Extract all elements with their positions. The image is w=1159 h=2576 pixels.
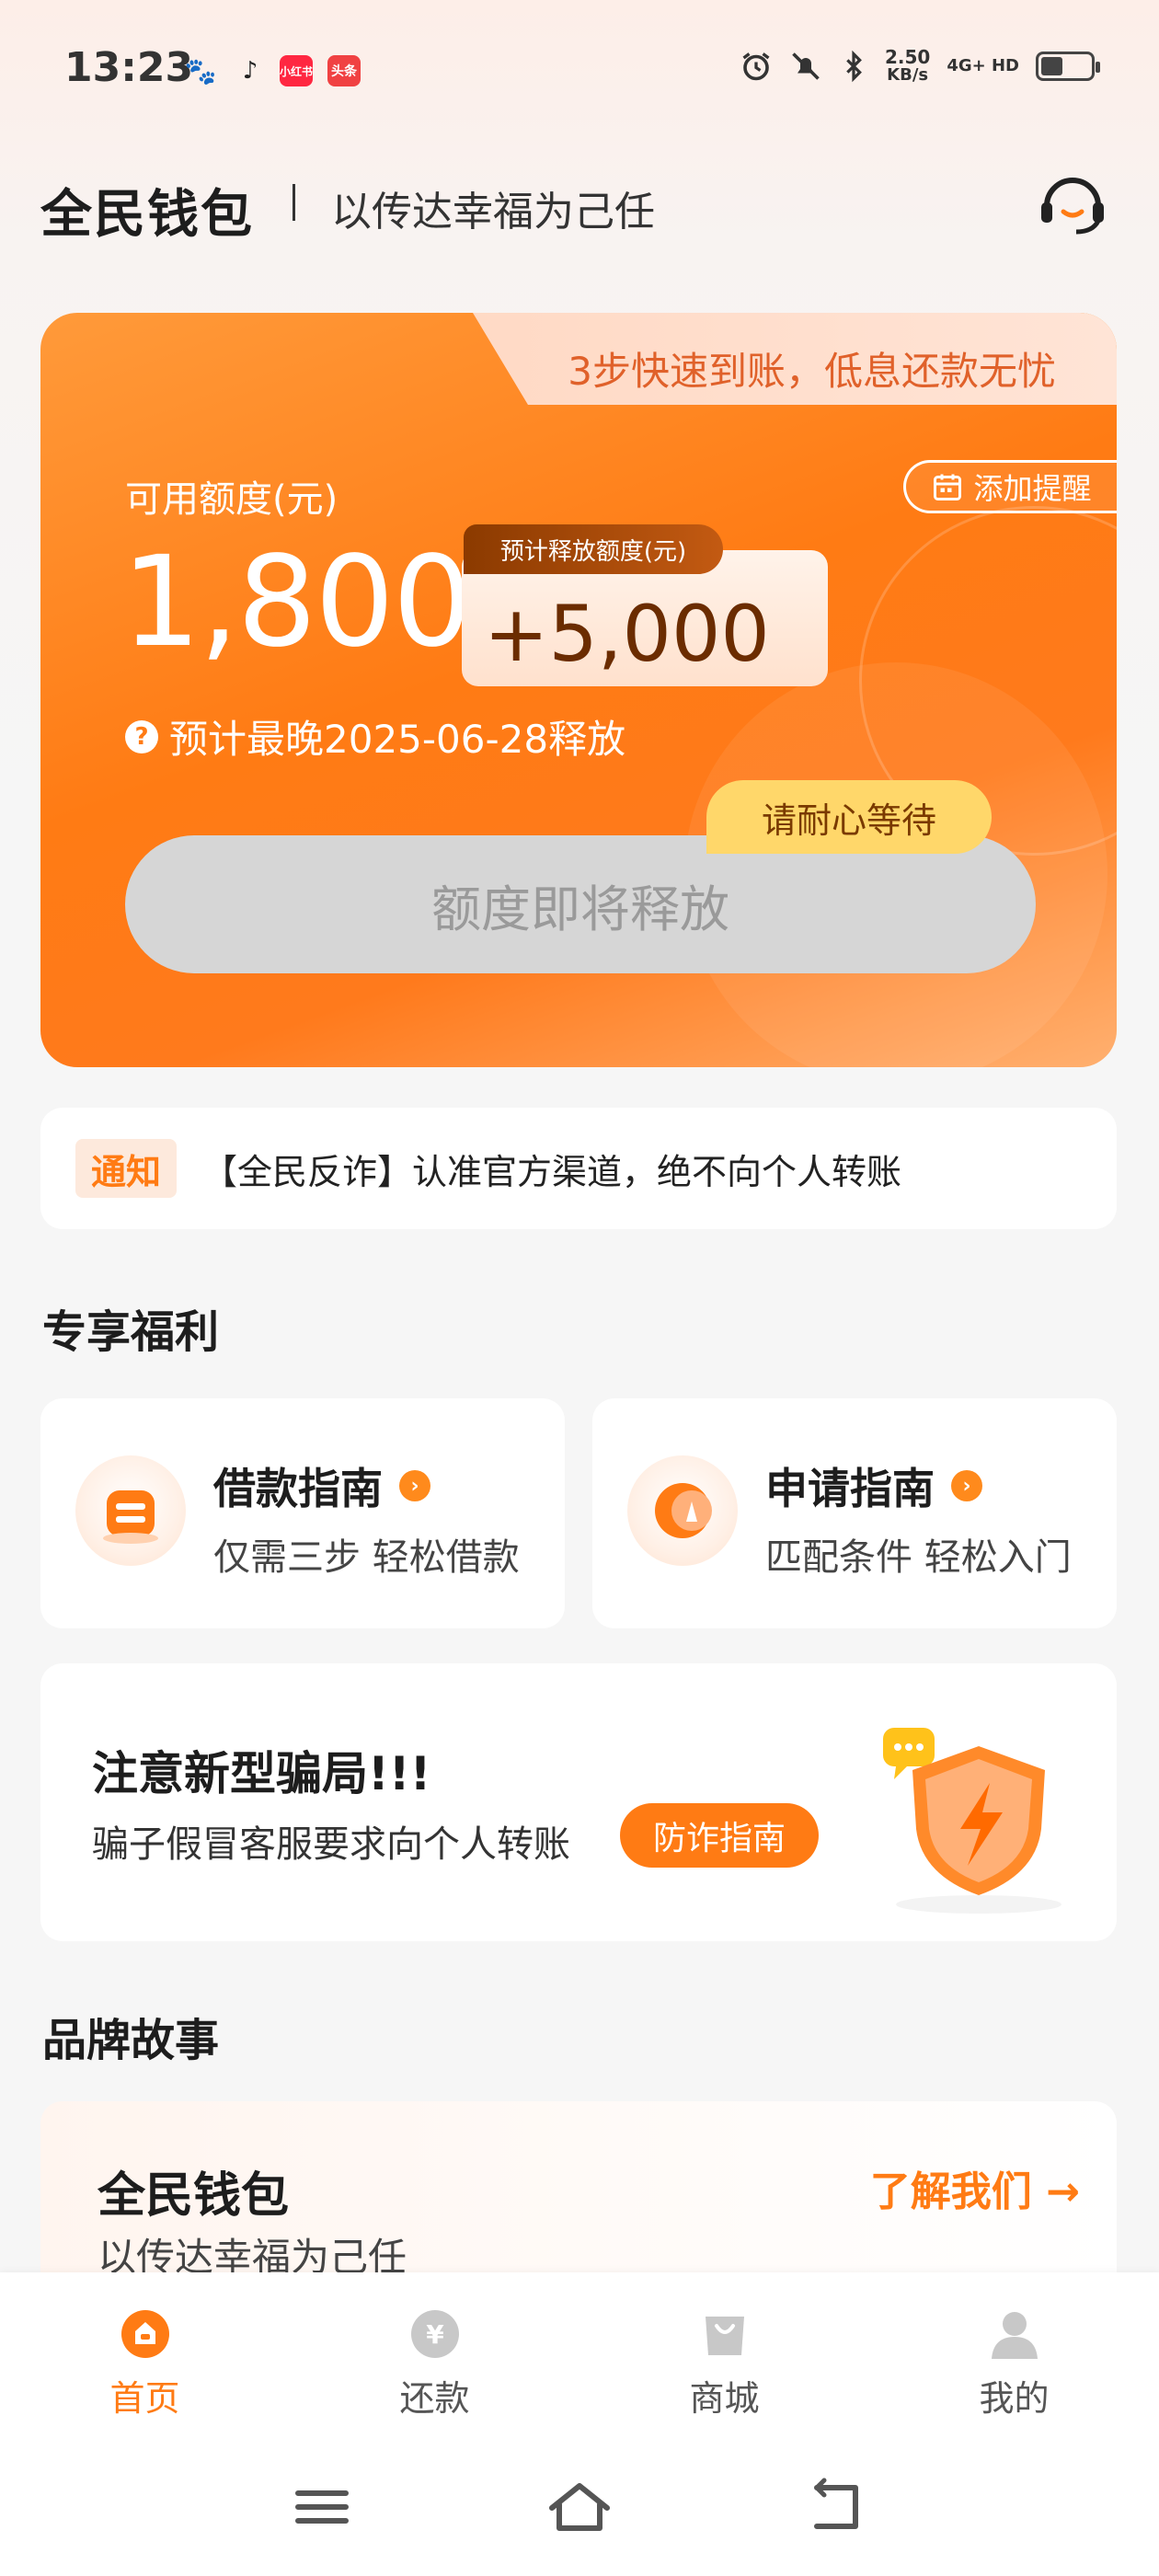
baidu-icon: 🐾 [184,55,217,86]
nav-repay[interactable]: ¥ 还款 [290,2272,580,2429]
home-icon [120,2310,169,2358]
status-bar: 13:23 🐾 ♪ 小红书 头条 2.50 KB/s 4G+ HD [0,0,1159,138]
status-right: 2.50 KB/s 4G+ HD [740,46,1100,85]
nav-home-label: 首页 [109,2378,180,2419]
add-reminder-label: 添加提醒 [973,471,1092,506]
story-title: 全民钱包 [98,2168,290,2224]
release-date-text: 预计最晚2025-06-28释放 [169,717,626,762]
alarm-icon [742,52,770,81]
compass-icon [627,1455,738,1566]
release-badge: 预计释放额度(元) [464,524,723,574]
notice-text: 【全民反诈】认准官方渠道，绝不向个人转账 [202,1151,902,1192]
loan-guide-card[interactable]: 借款指南 › 仅需三步 轻松借款 [40,1398,565,1628]
brand-story-title: 品牌故事 [42,2015,220,2066]
back-icon[interactable] [800,2475,874,2539]
nav-home[interactable]: 首页 [0,2272,290,2429]
anti-fraud-guide-button[interactable]: 防诈指南 [620,1803,819,1868]
menu-icon[interactable] [285,2475,359,2539]
nav-profile-label: 我的 [979,2378,1050,2419]
tiktok-icon: ♪ [242,57,258,85]
notice-tag: 通知 [75,1139,177,1198]
chevron-right-icon: › [399,1470,430,1501]
toutiao-icon: 头条 [327,55,361,86]
card-tab-text: 3步快速到账，低息还款无忧 [568,349,1056,394]
apply-guide-title: 申请指南 › [765,1455,982,1516]
notice-bar[interactable]: 通知 【全民反诈】认准官方渠道，绝不向个人转账 [40,1108,1117,1229]
chevron-right-icon: › [951,1470,982,1501]
wait-tag: 请耐心等待 [706,780,992,854]
brand-slogan: 以传达幸福为己任 [331,189,655,236]
question-icon[interactable]: ? [125,719,158,753]
loan-guide-title: 借款指南 › [213,1455,430,1516]
credit-release-button[interactable]: 额度即将释放 [125,835,1036,973]
apply-guide-subtitle: 匹配条件 轻松入门 [765,1536,1072,1579]
customer-service-icon[interactable] [1038,171,1107,236]
release-amount: +5,000 [484,589,770,679]
bluetooth-icon [846,50,862,83]
nav-profile[interactable]: 我的 [869,2272,1159,2429]
svg-text:¥: ¥ [426,2319,444,2350]
mute-icon [792,52,820,80]
credit-card: 3步快速到账，低息还款无忧 添加提醒 可用额度(元) 1,800 预计释放额度(… [40,313,1117,1067]
fraud-subtitle: 骗子假冒客服要求向个人转账 [92,1823,570,1866]
nav-mall[interactable]: 商城 [580,2272,869,2429]
available-credit-amount: 1,800 [121,530,472,675]
benefits-title: 专享福利 [42,1306,220,1358]
nav-mall-label: 商城 [689,2378,760,2419]
net-speed: 2.50 KB/s [884,46,931,85]
shield-icon [883,1728,1061,1914]
profile-icon [991,2312,1038,2359]
about-us-link[interactable]: 了解我们 → [870,2158,1080,2217]
loan-guide-icon [75,1455,186,1566]
nav-repay-label: 还款 [399,2378,470,2419]
release-date: ? 预计最晚2025-06-28释放 [125,708,625,765]
calendar-icon [934,474,962,500]
mall-icon [705,2317,744,2355]
apply-guide-card[interactable]: 申请指南 › 匹配条件 轻松入门 [592,1398,1117,1628]
system-nav-bar [0,2429,1159,2576]
brand-divider [293,184,295,221]
fraud-title: 注意新型骗局!!! [92,1747,431,1800]
bottom-nav: 首页 ¥ 还款 商城 我的 [0,2272,1159,2429]
fraud-warning-card: 注意新型骗局!!! 骗子假冒客服要求向个人转账 防诈指南 [40,1663,1117,1941]
status-time: 13:23 [64,44,194,91]
available-credit-label: 可用额度(元) [125,478,339,521]
brand-name: 全民钱包 [40,185,254,245]
repay-icon: ¥ [410,2310,459,2358]
network-indicator: 4G+ HD [947,56,1019,75]
battery-icon [1036,52,1100,81]
home-button-icon[interactable] [543,2475,616,2539]
add-reminder-button[interactable]: 添加提醒 [903,460,1117,513]
xiaohongshu-icon: 小红书 [280,55,313,86]
loan-guide-subtitle: 仅需三步 轻松借款 [213,1536,520,1579]
